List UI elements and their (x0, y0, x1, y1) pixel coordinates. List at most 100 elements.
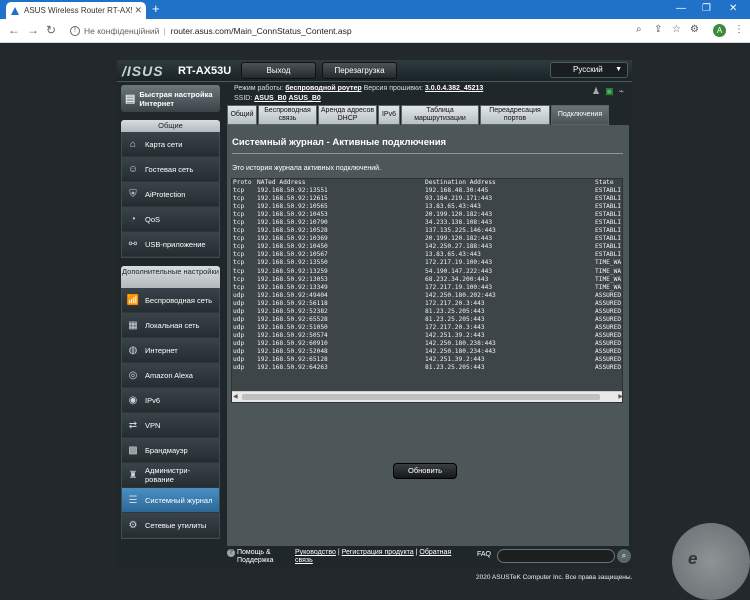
table-cell: 192.168.50.92:10369 (257, 235, 328, 243)
forward-icon[interactable]: → (27, 24, 39, 36)
general-menu: ⌂ Карта сети ☺ Гостевая сеть ⛨ AiProtection… (121, 132, 220, 258)
close-window-icon[interactable]: ✕ (729, 3, 737, 15)
menu-icon[interactable]: ⋮ (734, 25, 744, 35)
profile-avatar[interactable]: A (713, 24, 726, 37)
scroll-right-icon[interactable]: ▶ (618, 393, 622, 400)
sidebar-item-label: Брандмауэр (145, 445, 188, 455)
connections-log[interactable]: Proto NATed Address Destination Address Sta… (231, 178, 623, 403)
table-cell: udp (233, 364, 245, 372)
table-cell: 172.217.20.3:443 (425, 323, 485, 331)
tab-close-icon[interactable]: ✕ (134, 5, 142, 16)
connections-table-body: Proto NATed Address Destination Address Sta… (232, 179, 622, 372)
sidebar-item-alexa[interactable]: ◎ Amazon Alexa (122, 363, 219, 388)
quick-internet-setup-button[interactable]: ▤ Быстрая настройка Интернет (121, 85, 220, 112)
bookmark-star-icon[interactable]: ☆ (672, 25, 681, 35)
network-tools-icon: ⚙ (128, 519, 138, 531)
sidebar-item-label: Локальная сеть (145, 320, 200, 330)
sidebar-item-label: Интернет (145, 345, 178, 355)
help-icon: ? (227, 549, 235, 557)
faq-search-icon[interactable]: ⌕ (617, 549, 631, 563)
sidebar-item-label: Гостевая сеть (145, 164, 194, 174)
table-cell: 142.250.180.234:443 (425, 347, 496, 355)
security-label: Не конфіденційний (84, 26, 160, 36)
table-cell: 192.168.50.92:12615 (257, 195, 328, 203)
scroll-left-icon[interactable]: ◀ (233, 393, 238, 400)
ssid-link-2[interactable]: ASUS_B0 (289, 95, 321, 102)
sidebar-item-vpn[interactable]: ⇄ VPN (122, 413, 219, 438)
ssid-label: SSID: (234, 95, 253, 102)
firmware-link[interactable]: 3.0.0.4.382_45213 (425, 85, 483, 92)
log-tabs: Общий Беспроводная связь Аренда адресов … (227, 105, 632, 125)
back-icon[interactable]: ← (8, 24, 20, 36)
tab-ipv6[interactable]: IPv6 (378, 105, 400, 125)
sidebar-item-usb[interactable]: ⚯ USB-приложение (122, 232, 219, 257)
table-cell: 142.250.27.188:443 (425, 243, 493, 251)
url-text: router.asus.com/Main_ConnStatus_Content.… (170, 26, 352, 36)
sidebar-item-label: Беспроводная сеть (145, 295, 213, 305)
table-cell: 192.168.50.92:10790 (257, 219, 328, 227)
new-tab-icon[interactable]: + (152, 2, 160, 16)
table-row: udp 192.168.50.92:64263 81.23.25.205:443 AS… (232, 364, 622, 372)
mode-link[interactable]: беспроводной роутер (285, 85, 361, 92)
table-cell: tcp (233, 235, 245, 243)
table-cell: ASSURED (595, 307, 622, 315)
tab-routing-table[interactable]: Таблица маршрутизации (401, 105, 479, 125)
table-cell: udp (233, 323, 245, 331)
tab-wireless[interactable]: Беспроводная связь (258, 105, 317, 125)
table-cell: tcp (233, 259, 245, 267)
sidebar-item-administration[interactable]: ♜ Администри-рование (122, 463, 219, 488)
table-cell: 192.168.50.92:49404 (257, 291, 328, 299)
reload-icon[interactable]: ↻ (46, 24, 56, 36)
table-cell: tcp (233, 267, 245, 275)
router-footer: ? Помощь & Поддержка Руководство | Регист… (227, 548, 632, 568)
address-bar[interactable]: ! Не конфіденційний | router.asus.com/Ma… (64, 22, 631, 40)
sidebar-item-system-log[interactable]: ☰ Системный журнал (122, 488, 219, 513)
minimize-icon[interactable]: — (676, 3, 686, 15)
sidebar-item-lan[interactable]: ▦ Локальная сеть (122, 313, 219, 338)
table-cell: udp (233, 347, 245, 355)
extensions-icon[interactable]: ⚙ (690, 25, 699, 35)
horizontal-scrollbar[interactable]: ◀ ▶ (232, 391, 622, 402)
tab-dhcp-leases[interactable]: Аренда адресов DHCP (318, 105, 377, 125)
usb-status-icon[interactable]: ⌁ (619, 86, 624, 97)
tab-connections[interactable]: Подключения (551, 105, 609, 125)
table-cell: 192.168.50.92:64263 (257, 364, 328, 372)
table-row: tcp 192.168.50.92:10528 137.135.225.146:44… (232, 227, 622, 235)
reboot-button[interactable]: Перезагрузка (322, 62, 397, 79)
browser-tab[interactable]: ASUS Wireless Router RT-AX53U ✕ (6, 2, 146, 19)
scrollbar-thumb[interactable] (242, 394, 600, 400)
tab-port-forwarding[interactable]: Переадресация портов (480, 105, 550, 125)
browser-toolbar: ← → ↻ ! Не конфіденційний | router.asus.… (0, 19, 750, 43)
search-icon[interactable]: ⌕ (636, 25, 642, 35)
table-cell: 192.168.50.92:60910 (257, 339, 328, 347)
share-icon[interactable]: ⇪ (654, 25, 662, 35)
sidebar-item-network-tools[interactable]: ⚙ Сетевые утилиты (122, 513, 219, 538)
tab-general[interactable]: Общий (227, 105, 257, 125)
table-cell: 81.23.25.205:443 (425, 364, 485, 372)
advanced-section-title: Дополнительные настройки (121, 266, 220, 288)
sidebar-item-guest-network[interactable]: ☺ Гостевая сеть (122, 157, 219, 182)
product-registration-link[interactable]: Регистрация продукта (342, 549, 414, 556)
logout-button[interactable]: Выход (241, 62, 316, 79)
sidebar-item-network-map[interactable]: ⌂ Карта сети (122, 132, 219, 157)
language-select[interactable]: Русский ▼ (550, 62, 628, 78)
sidebar-item-qos[interactable]: ◔ QoS (122, 207, 219, 232)
sidebar-item-aiprotection[interactable]: ⛨ AiProtection (122, 182, 219, 207)
sidebar-item-label: Администри-рование (145, 466, 191, 484)
sidebar-item-ipv6[interactable]: ◉ IPv6 (122, 388, 219, 413)
wan-status-icon[interactable]: ▣ (605, 86, 614, 97)
help-support-link[interactable]: ? Помощь & Поддержка (227, 549, 285, 565)
not-secure-icon[interactable]: ! (70, 26, 80, 36)
router-frame: /ISUS RT-AX53U Выход Перезагрузка Русски… (117, 60, 632, 568)
users-icon[interactable]: ♟ (592, 86, 600, 97)
refresh-button[interactable]: Обновить (393, 463, 457, 479)
ssid-link-1[interactable]: ASUS_B0 (254, 95, 286, 102)
sidebar-item-firewall[interactable]: ▩ Брандмауэр (122, 438, 219, 463)
sidebar-item-internet[interactable]: ◍ Интернет (122, 338, 219, 363)
manual-link[interactable]: Руководство (295, 549, 336, 556)
maximize-icon[interactable]: ❐ (702, 3, 711, 15)
sidebar-item-wireless[interactable]: 📶 Беспроводная сеть (122, 288, 219, 313)
table-cell: 192.168.50.92:56118 (257, 299, 328, 307)
table-cell: ESTABLI (595, 235, 622, 243)
faq-search-input[interactable] (497, 549, 615, 563)
